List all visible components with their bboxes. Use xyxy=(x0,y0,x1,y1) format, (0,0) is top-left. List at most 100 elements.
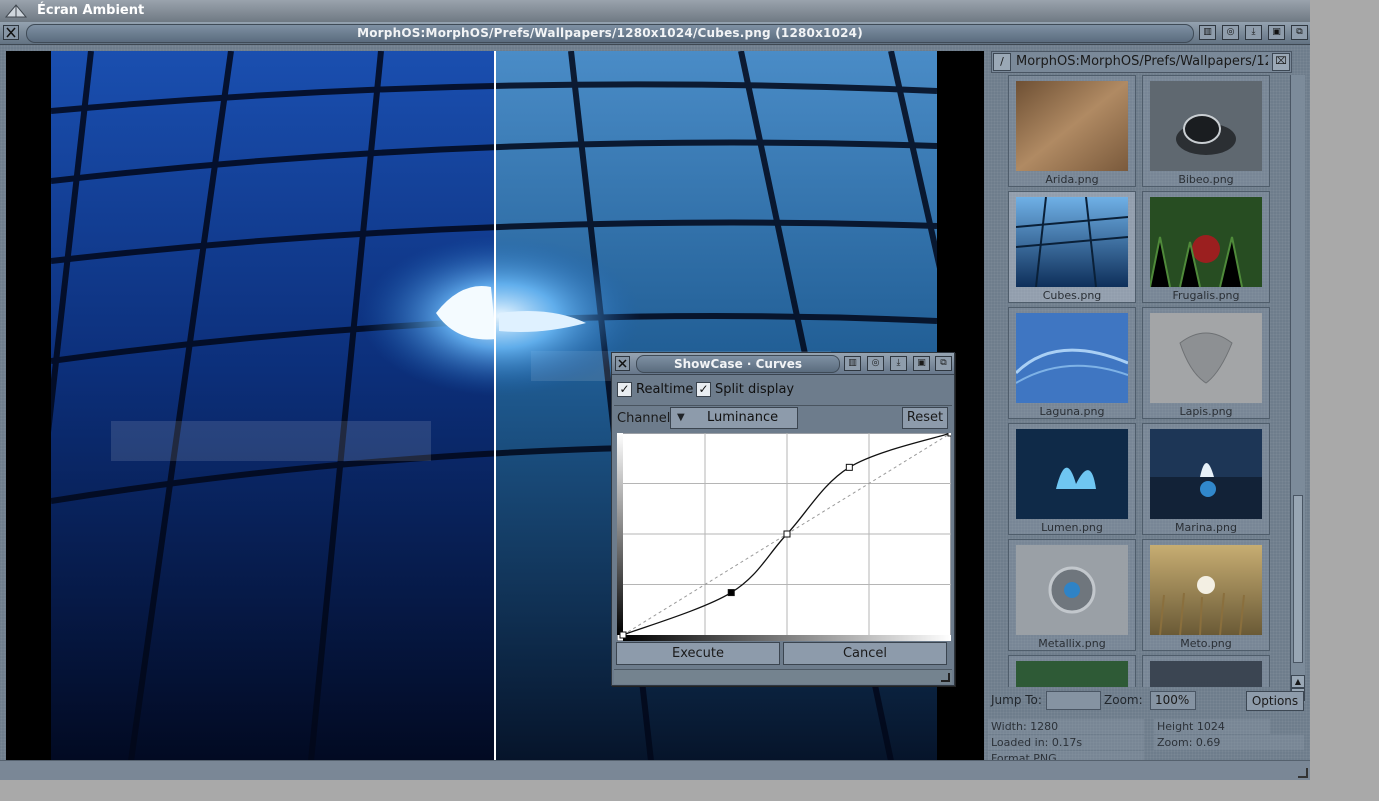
split-divider[interactable] xyxy=(494,51,496,761)
split-display-checkbox[interactable]: ✓ xyxy=(696,382,711,397)
iconify-icon: ▥ xyxy=(1203,27,1212,37)
window-resize-handle[interactable] xyxy=(1298,768,1308,778)
dialog-separator xyxy=(614,405,952,406)
thumbnail-frugalis[interactable]: Frugalis.png xyxy=(1142,191,1270,303)
thumbnail-partial-right[interactable] xyxy=(1142,655,1270,687)
thumbnail-lapis[interactable]: Lapis.png xyxy=(1142,307,1270,419)
down-arrow-icon: ⤓ xyxy=(896,358,901,368)
thumbnail-label: Metallix.png xyxy=(1038,637,1106,650)
apple-grass-thumbnail xyxy=(1150,197,1262,287)
window-status-bar xyxy=(0,760,1310,780)
curve-point[interactable] xyxy=(845,463,853,471)
zoom-label: Zoom: xyxy=(1104,693,1143,707)
sand-texture-thumbnail xyxy=(1016,81,1128,171)
popup-file-button[interactable]: ⌧ xyxy=(1272,53,1290,71)
jump-input[interactable] xyxy=(1046,691,1101,710)
window-jump-button[interactable]: ⤓ xyxy=(1245,25,1262,40)
thumbnail-laguna[interactable]: Laguna.png xyxy=(1008,307,1136,419)
close-icon xyxy=(6,27,16,38)
snapshot-icon: ◎ xyxy=(871,358,880,368)
window-iconify-button[interactable]: ▥ xyxy=(1199,25,1216,40)
thumbnail-label: Lapis.png xyxy=(1179,405,1233,418)
dark-thumbnail xyxy=(1150,661,1262,687)
screen-title-bar[interactable]: Écran Ambient xyxy=(0,0,1310,23)
info-loaded: Loaded in: 0.17s xyxy=(988,735,1144,750)
iconify-icon: ▥ xyxy=(848,358,857,368)
screen-title: Écran Ambient xyxy=(37,3,145,18)
thumbnail-label: Frugalis.png xyxy=(1172,289,1240,302)
dialog-zoom-button[interactable]: ▣ xyxy=(913,356,930,371)
curve-point[interactable] xyxy=(619,631,627,639)
window-snapshot-button[interactable]: ◎ xyxy=(1222,25,1239,40)
zoom-input[interactable]: 100% xyxy=(1150,691,1196,710)
dialog-resize-handle[interactable] xyxy=(941,673,950,682)
dialog-title: ShowCase · Curves xyxy=(674,357,802,371)
path-bar[interactable]: / MorphOS:MorphOS/Prefs/Wallpapers/1280x… xyxy=(991,51,1292,73)
thumbnail-label: Marina.png xyxy=(1175,521,1237,534)
water-butterfly-thumbnail xyxy=(1150,429,1262,519)
blue-cubes-thumbnail xyxy=(1016,197,1128,287)
morphos-logo-icon[interactable] xyxy=(4,3,28,19)
dialog-close-button[interactable] xyxy=(615,356,630,371)
thumbnail-arida[interactable]: Arida.png xyxy=(1008,75,1136,187)
down-arrow-icon: ⤓ xyxy=(1251,27,1256,37)
window-drag-bar[interactable]: MorphOS:MorphOS/Prefs/Wallpapers/1280x10… xyxy=(26,24,1194,43)
window-zoom-button[interactable]: ▣ xyxy=(1268,25,1285,40)
execute-button[interactable]: Execute xyxy=(616,642,780,665)
glowing-butterfly-thumbnail xyxy=(1016,429,1128,519)
checkmark-icon: ✓ xyxy=(619,382,630,396)
thumbnail-label: Arida.png xyxy=(1045,173,1099,186)
zoom-icon: ▣ xyxy=(917,358,926,368)
scrollbar-knob[interactable] xyxy=(1293,495,1303,663)
scroll-up-button[interactable]: ▲ xyxy=(1291,675,1305,688)
thumbnail-cubes[interactable]: Cubes.png xyxy=(1008,191,1136,303)
green-thumbnail xyxy=(1016,661,1128,687)
dialog-depth-button[interactable]: ⧉ xyxy=(935,356,952,371)
realtime-checkbox[interactable]: ✓ xyxy=(617,382,632,397)
dialog-iconify-button[interactable]: ▥ xyxy=(844,356,861,371)
window-close-button[interactable] xyxy=(3,25,19,40)
window-depth-button[interactable]: ⧉ xyxy=(1291,25,1308,40)
reset-button[interactable]: Reset xyxy=(902,407,948,429)
thumbnail-label: Cubes.png xyxy=(1042,289,1102,302)
chevron-down-icon: ▼ xyxy=(677,412,685,423)
curve-point[interactable] xyxy=(947,433,951,437)
info-height: Height 1024 xyxy=(1154,719,1270,734)
metal-badge-thumbnail xyxy=(1016,545,1128,635)
options-button[interactable]: Options xyxy=(1246,691,1304,711)
curve-point-selected[interactable] xyxy=(727,589,735,597)
curve-point[interactable] xyxy=(783,530,791,538)
window-title: MorphOS:MorphOS/Prefs/Wallpapers/1280x10… xyxy=(357,26,863,40)
channel-label: Channel: xyxy=(617,411,675,426)
info-width: Width: 1280 xyxy=(988,719,1144,734)
jump-zoom-row: Jump To: Zoom: 100% Options xyxy=(988,691,1306,713)
realtime-label: Realtime xyxy=(636,382,694,397)
path-text[interactable]: MorphOS:MorphOS/Prefs/Wallpapers/1280x10… xyxy=(1016,54,1268,69)
cancel-button[interactable]: Cancel xyxy=(783,642,947,665)
output-gradient-bar xyxy=(617,433,623,635)
thumbnail-meto[interactable]: Meto.png xyxy=(1142,539,1270,651)
curve-editor[interactable] xyxy=(617,433,951,641)
channel-dropdown[interactable]: ▼ Luminance xyxy=(670,407,798,429)
thumbnail-metallix[interactable]: Metallix.png xyxy=(1008,539,1136,651)
parent-dir-button[interactable]: / xyxy=(993,53,1011,71)
split-display-label: Split display xyxy=(715,382,795,397)
file-popup-icon: ⌧ xyxy=(1275,56,1287,67)
window-title-bar[interactable]: MorphOS:MorphOS/Prefs/Wallpapers/1280x10… xyxy=(0,22,1310,45)
thumbnail-partial-left[interactable] xyxy=(1008,655,1136,687)
thumbnail-bibeo[interactable]: Bibeo.png xyxy=(1142,75,1270,187)
thumbnail-label: Laguna.png xyxy=(1039,405,1105,418)
dialog-jump-button[interactable]: ⤓ xyxy=(890,356,907,371)
channel-value: Luminance xyxy=(707,410,779,425)
dialog-drag-bar[interactable]: ShowCase · Curves xyxy=(636,355,840,373)
dialog-snapshot-button[interactable]: ◎ xyxy=(867,356,884,371)
thumbnail-label: Bibeo.png xyxy=(1178,173,1234,186)
dialog-title-bar[interactable]: ShowCase · Curves ▥ ◎ ⤓ ▣ ⧉ xyxy=(612,353,954,375)
input-gradient-bar xyxy=(623,635,951,641)
depth-icon: ⧉ xyxy=(1296,27,1303,37)
close-icon xyxy=(618,359,627,368)
thumbnail-marina[interactable]: Marina.png xyxy=(1142,423,1270,535)
thumbnail-scrollbar[interactable]: ▲ ▼ xyxy=(1290,75,1305,703)
jump-label: Jump To: xyxy=(991,693,1042,707)
thumbnail-lumen[interactable]: Lumen.png xyxy=(1008,423,1136,535)
